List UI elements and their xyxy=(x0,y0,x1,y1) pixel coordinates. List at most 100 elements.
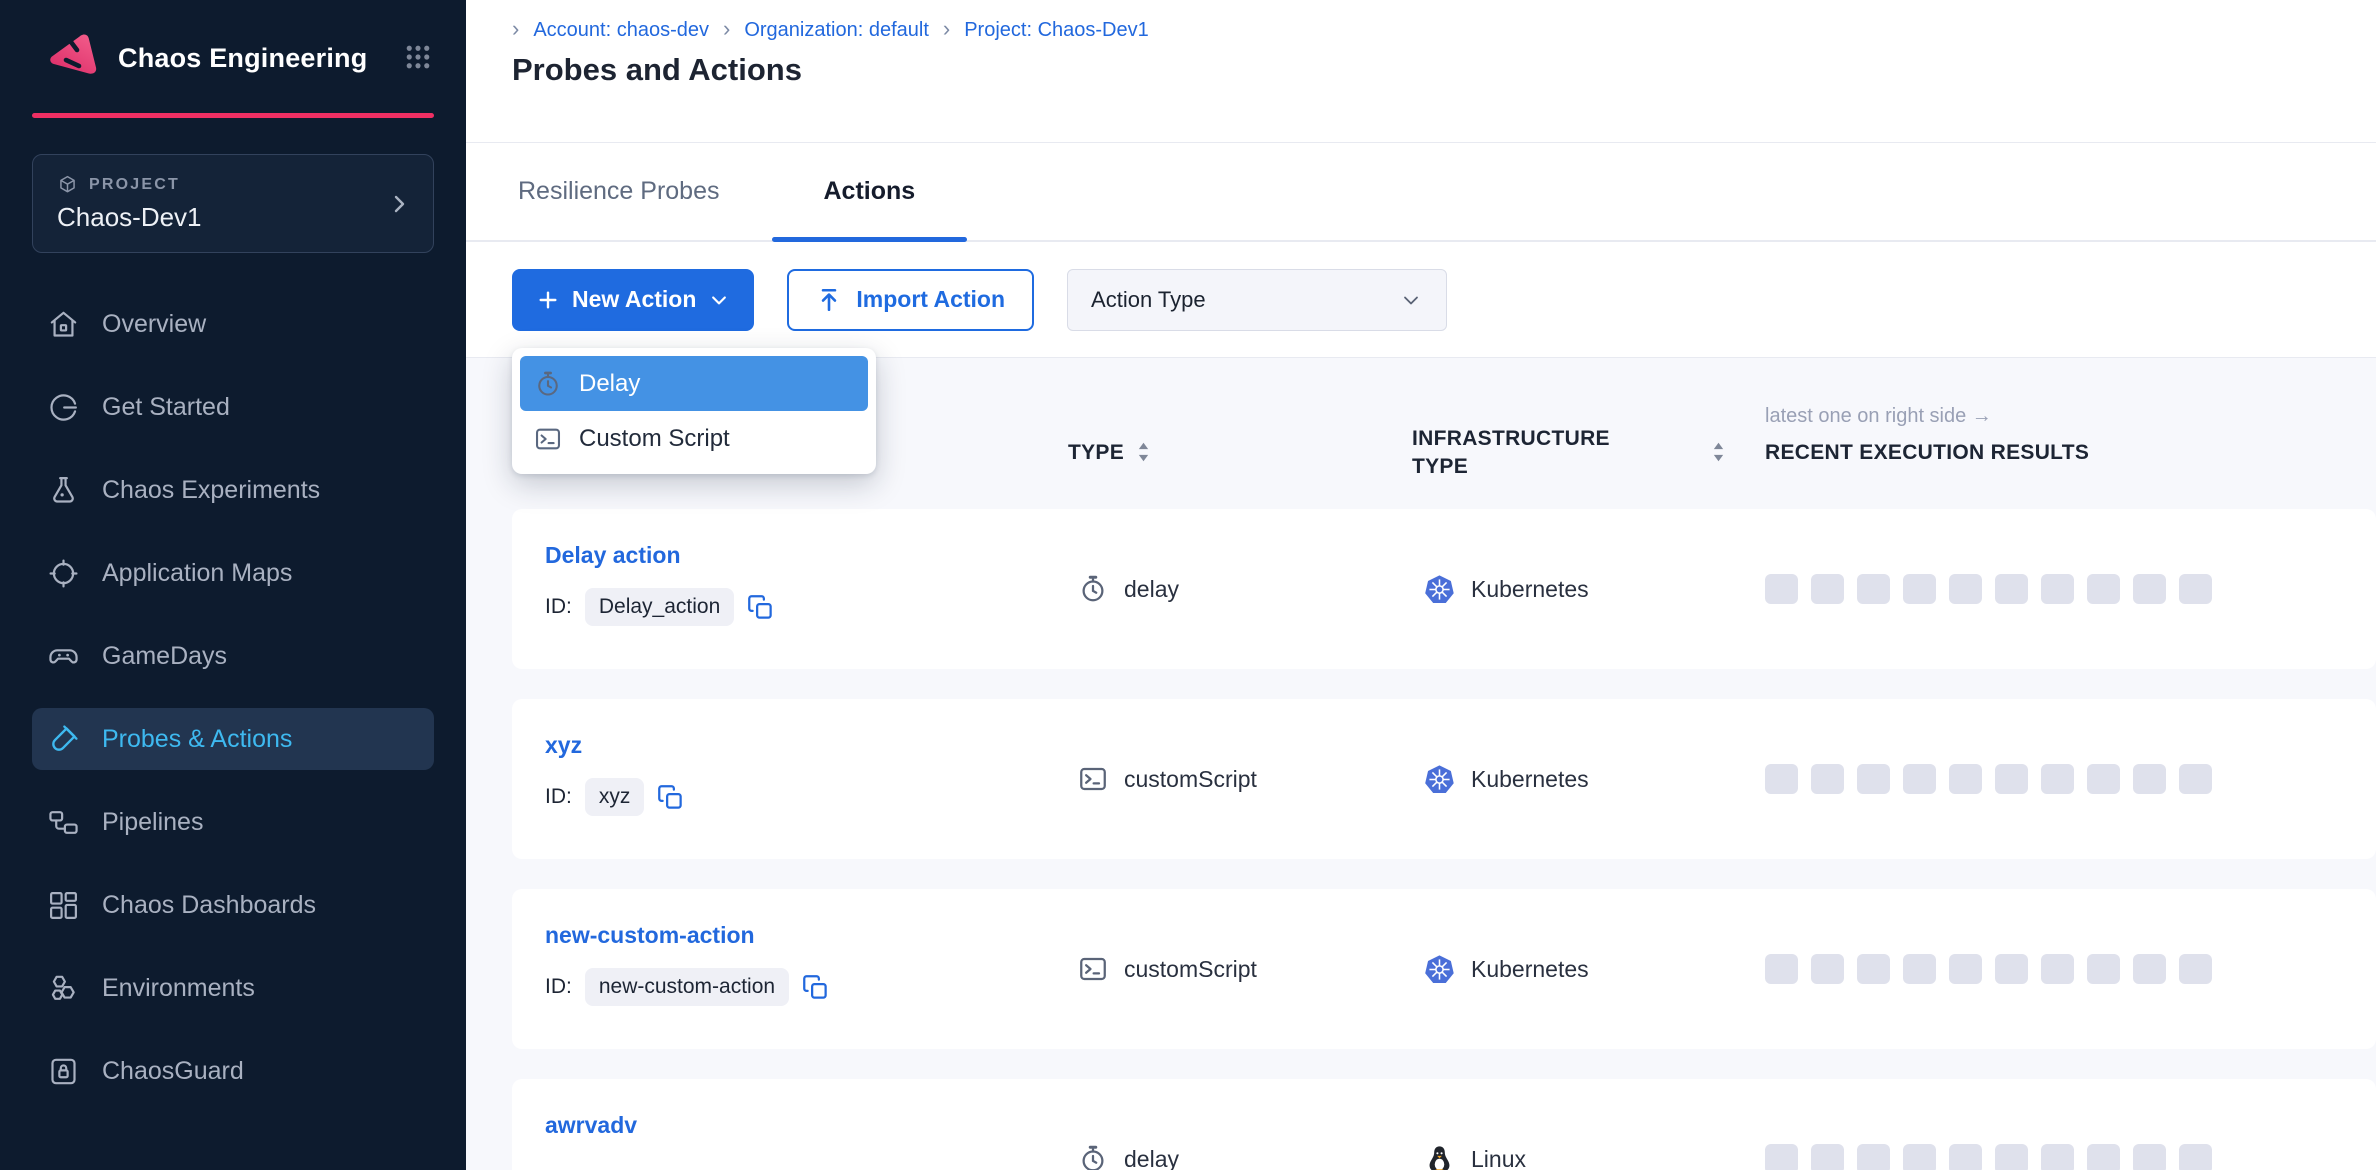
execution-result-placeholder xyxy=(1765,954,1798,984)
terminal-icon xyxy=(534,425,562,453)
breadcrumb: Account: chaos-dev Organization: default… xyxy=(512,16,1149,42)
sidebar-item-label: ChaosGuard xyxy=(102,1057,244,1086)
type-header-label: TYPE xyxy=(1068,441,1124,465)
action-name-link[interactable]: new-custom-action xyxy=(545,922,755,949)
action-id-line: ID: Delay_action xyxy=(545,588,774,626)
plus-icon xyxy=(537,289,559,311)
sidebar-item-label: Environments xyxy=(102,974,255,1003)
action-id-chip: xyz xyxy=(585,778,645,816)
main-content: Account: chaos-dev Organization: default… xyxy=(466,0,2376,1170)
stopwatch-icon xyxy=(1078,1144,1108,1170)
sidebar-item[interactable]: Chaos Dashboards xyxy=(32,874,434,936)
stopwatch-icon xyxy=(1078,574,1108,604)
copy-id-button[interactable] xyxy=(657,784,684,811)
execution-result-placeholder xyxy=(1765,1144,1798,1170)
copy-id-button[interactable] xyxy=(802,974,829,1001)
id-label: ID: xyxy=(545,595,572,619)
action-name-link[interactable]: Delay action xyxy=(545,542,681,569)
execution-result-placeholder xyxy=(2087,954,2120,984)
chevron-down-icon xyxy=(1399,288,1423,312)
project-label-row: PROJECT xyxy=(57,174,409,195)
action-type-select[interactable]: Action Type xyxy=(1067,269,1447,331)
kubernetes-icon xyxy=(1424,954,1455,985)
execution-result-placeholder xyxy=(2041,1144,2074,1170)
sidebar-item-label: Get Started xyxy=(102,393,230,422)
tab[interactable]: Actions xyxy=(772,143,968,240)
breadcrumb-link[interactable]: Account: chaos-dev xyxy=(512,16,709,42)
execution-result-placeholder xyxy=(1949,1144,1982,1170)
execution-result-placeholder xyxy=(2087,574,2120,604)
id-label: ID: xyxy=(545,785,572,809)
execution-result-placeholder xyxy=(1811,764,1844,794)
execution-result-placeholder xyxy=(1903,1144,1936,1170)
sidebar-item[interactable]: ChaosGuard xyxy=(32,1040,434,1102)
menu-item-label: Delay xyxy=(579,370,640,398)
copy-id-button[interactable] xyxy=(747,594,774,621)
test-tube-icon xyxy=(47,723,80,756)
new-action-label: New Action xyxy=(572,286,696,313)
infrastructure-value: Kubernetes xyxy=(1471,766,1589,793)
execution-result-placeholder xyxy=(1995,764,2028,794)
column-header-type[interactable]: TYPE xyxy=(1068,441,1150,465)
table-row: xyz ID: xyz customScript xyxy=(512,699,2376,859)
action-name-link[interactable]: xyz xyxy=(545,732,582,759)
action-type-label: Action Type xyxy=(1091,287,1206,313)
sidebar-item[interactable]: Application Maps xyxy=(32,542,434,604)
execution-result-placeholder xyxy=(1857,954,1890,984)
sidebar-item[interactable]: Overview xyxy=(32,293,434,355)
action-id-line: ID: xyz xyxy=(545,778,684,816)
dashboard-icon xyxy=(47,889,80,922)
execution-result-placeholder xyxy=(1903,954,1936,984)
get-started-icon xyxy=(47,391,80,424)
action-id-chip: new-custom-action xyxy=(585,968,789,1006)
action-id-line: ID: new-custom-action xyxy=(545,968,829,1006)
table-row: awrvadv delay Linux xyxy=(512,1079,2376,1170)
sidebar-nav: Overview Get Started Chaos Experiments A… xyxy=(32,293,434,1102)
infrastructure-sort-button[interactable] xyxy=(1712,441,1725,468)
new-action-button[interactable]: New Action xyxy=(512,269,754,331)
execution-result-placeholder xyxy=(2179,764,2212,794)
execution-result-placeholder xyxy=(2179,574,2212,604)
app-window: Chaos Engineering PROJECT Chaos-Dev1 xyxy=(0,0,2376,1170)
breadcrumb-link[interactable]: Project: Chaos-Dev1 xyxy=(943,16,1149,42)
recent-execution-results-cell xyxy=(1765,509,2212,669)
infrastructure-cell: Kubernetes xyxy=(1424,699,1589,859)
import-action-button[interactable]: Import Action xyxy=(787,269,1034,331)
infrastructure-cell: Kubernetes xyxy=(1424,889,1589,1049)
toolbar: New Action Import Action Action Type xyxy=(512,244,2376,355)
tab[interactable]: Resilience Probes xyxy=(466,143,772,240)
breadcrumb-link[interactable]: Organization: default xyxy=(723,16,929,42)
sidebar-item[interactable]: Get Started xyxy=(32,376,434,438)
execution-result-placeholder xyxy=(1903,574,1936,604)
column-header-infrastructure-type: INFRASTRUCTURE TYPE xyxy=(1412,425,1642,481)
page-title: Probes and Actions xyxy=(512,52,802,88)
project-label: PROJECT xyxy=(89,176,180,194)
sidebar-item[interactable]: Environments xyxy=(32,957,434,1019)
execution-result-placeholder xyxy=(1903,764,1936,794)
action-type-cell: delay xyxy=(1078,1079,1179,1170)
action-type-cell: delay xyxy=(1078,509,1179,669)
id-label: ID: xyxy=(545,975,572,999)
pipelines-icon xyxy=(47,806,80,839)
copy-icon xyxy=(802,974,829,1001)
table-row: new-custom-action ID: new-custom-action … xyxy=(512,889,2376,1049)
app-switcher-grid-icon[interactable] xyxy=(400,39,436,78)
recent-execution-results-cell xyxy=(1765,889,2212,1049)
kubernetes-icon xyxy=(1424,764,1455,795)
sidebar-item[interactable]: Chaos Experiments xyxy=(32,459,434,521)
execution-result-placeholder xyxy=(1765,574,1798,604)
menu-item[interactable]: Custom Script xyxy=(520,411,868,466)
sidebar-item[interactable]: Pipelines xyxy=(32,791,434,853)
infrastructure-value: Kubernetes xyxy=(1471,576,1589,603)
sidebar-item[interactable]: GameDays xyxy=(32,625,434,687)
project-selector[interactable]: PROJECT Chaos-Dev1 xyxy=(32,154,434,253)
execution-result-placeholder xyxy=(1995,574,2028,604)
terminal-icon xyxy=(1078,954,1108,984)
copy-icon xyxy=(747,594,774,621)
action-name-link[interactable]: awrvadv xyxy=(545,1112,637,1139)
project-name: Chaos-Dev1 xyxy=(57,202,409,233)
menu-item[interactable]: Delay xyxy=(520,356,868,411)
chevron-down-icon xyxy=(709,290,729,310)
sidebar-item-label: Overview xyxy=(102,310,206,339)
sidebar-item[interactable]: Probes & Actions xyxy=(32,708,434,770)
